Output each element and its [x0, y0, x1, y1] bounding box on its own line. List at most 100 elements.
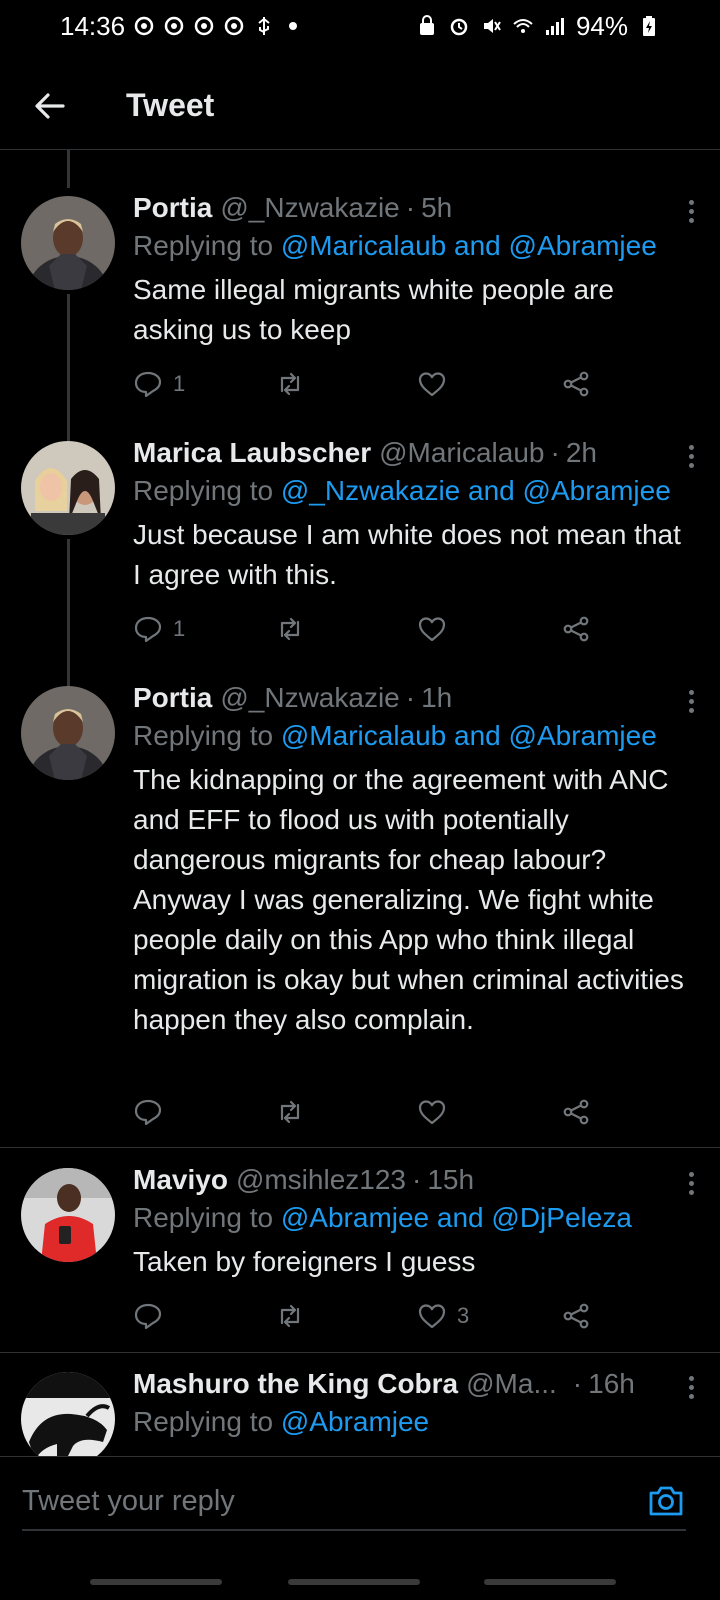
- username[interactable]: @_Nzwakazie: [220, 190, 399, 226]
- lock-icon: [419, 15, 434, 35]
- tweet-meta: Marica Laubscher @Maricalaub · 2h: [133, 435, 690, 471]
- timestamp[interactable]: 16h: [588, 1366, 635, 1402]
- separator-dot: ·: [405, 192, 416, 223]
- more-options-button[interactable]: [676, 441, 706, 471]
- share-button[interactable]: [561, 1301, 591, 1331]
- more-options-button[interactable]: [676, 196, 706, 226]
- username[interactable]: @_Nzwakazie: [220, 680, 399, 716]
- avatar[interactable]: [21, 196, 115, 290]
- status-time: 14:36: [60, 10, 126, 41]
- tweet[interactable]: Portia @_Nzwakazie · 5h Replying to @Mar…: [0, 190, 720, 435]
- display-name[interactable]: Maviyo: [133, 1162, 228, 1198]
- retweet-button[interactable]: [275, 614, 315, 644]
- like-button[interactable]: [417, 1097, 457, 1127]
- more-options-button[interactable]: [676, 1372, 706, 1402]
- share-button[interactable]: [561, 1097, 591, 1127]
- notification-icon: [224, 16, 244, 36]
- tweet-body: Maviyo @msihlez123 · 15h Replying to @Ab…: [133, 1162, 690, 1282]
- replying-to-mentions[interactable]: @Abramjee and @DjPeleza: [281, 1202, 632, 1233]
- avatar-mashuro-image: [21, 1372, 115, 1466]
- tweet-actions: [133, 1092, 603, 1132]
- retweet-button[interactable]: [275, 369, 315, 399]
- retweet-icon: [280, 617, 300, 641]
- tweet-meta: Mashuro the King Cobra @Ma... · 16h: [133, 1366, 690, 1402]
- reply-button[interactable]: 1: [133, 614, 185, 644]
- nav-button-back[interactable]: [484, 1579, 616, 1585]
- separator-dot: ·: [550, 437, 560, 468]
- separator-dot: ·: [412, 1164, 422, 1195]
- replying-to-mentions[interactable]: @Abramjee: [281, 1406, 429, 1437]
- divider: [0, 1352, 720, 1353]
- tweet[interactable]: Portia @_Nzwakazie · 1h Replying to @Mar…: [0, 680, 720, 1147]
- avatar[interactable]: [21, 1372, 115, 1466]
- replying-to: Replying to @Maricalaub and @Abramjee: [133, 226, 690, 266]
- timestamp[interactable]: 1h: [421, 680, 452, 716]
- share-icon: [563, 1303, 589, 1329]
- timestamp[interactable]: 15h: [427, 1162, 474, 1198]
- reply-button[interactable]: [133, 1097, 173, 1127]
- tweet-body: Marica Laubscher @Maricalaub · 2h Replyi…: [133, 435, 690, 595]
- replying-to-mentions[interactable]: @_Nzwakazie and @Abramjee: [281, 475, 671, 506]
- reply-button[interactable]: 1: [133, 369, 185, 399]
- reply-count: 1: [173, 616, 186, 641]
- tweet-actions: 1: [133, 364, 603, 404]
- avatar[interactable]: [21, 686, 115, 780]
- timestamp[interactable]: 5h: [421, 190, 452, 226]
- display-name[interactable]: Marica Laubscher: [133, 435, 371, 471]
- display-name[interactable]: Portia: [133, 680, 212, 716]
- tweet[interactable]: Marica Laubscher @Maricalaub · 2h Replyi…: [0, 435, 720, 680]
- retweet-button[interactable]: [275, 1097, 315, 1127]
- replying-to: Replying to @Maricalaub and @Abramjee: [133, 716, 690, 756]
- like-button[interactable]: 3: [417, 1301, 469, 1331]
- share-button[interactable]: [561, 614, 591, 644]
- battery-charging-icon: [643, 16, 655, 36]
- replying-to-mentions[interactable]: @Maricalaub and @Abramjee: [281, 720, 657, 751]
- like-heart-icon: [418, 372, 446, 397]
- tweet-meta: Portia @_Nzwakazie · 5h: [133, 190, 690, 226]
- notification-icon: [194, 16, 214, 36]
- reply-composer: Tweet your reply: [0, 1456, 720, 1600]
- username[interactable]: @Ma...: [466, 1366, 557, 1402]
- avatar-maviyo-image: [21, 1168, 115, 1262]
- more-options-button[interactable]: [676, 686, 706, 716]
- thread-line: [67, 150, 70, 188]
- nav-button-recent[interactable]: [90, 1579, 222, 1585]
- avatar[interactable]: [21, 441, 115, 535]
- tweet-body: Mashuro the King Cobra @Ma... · 16h Repl…: [133, 1366, 690, 1442]
- username[interactable]: @Maricalaub: [379, 435, 544, 471]
- more-options-button[interactable]: [676, 1168, 706, 1198]
- replying-to-mentions[interactable]: @Maricalaub and @Abramjee: [281, 230, 657, 261]
- reply-feed[interactable]: Portia @_Nzwakazie · 5h Replying to @Mar…: [0, 150, 720, 1485]
- tweet-text: Just because I am white does not mean th…: [133, 519, 681, 590]
- status-bar: 14:36 94%: [0, 0, 720, 52]
- tweet-text: Taken by foreigners I guess: [133, 1246, 476, 1277]
- display-name[interactable]: Portia: [133, 190, 212, 226]
- nav-button-home[interactable]: [288, 1579, 420, 1585]
- back-button[interactable]: [20, 76, 80, 136]
- reply-input[interactable]: Tweet your reply: [22, 1479, 622, 1523]
- tweet-body: Portia @_Nzwakazie · 1h Replying to @Mar…: [133, 680, 690, 1040]
- tweet-meta: Maviyo @msihlez123 · 15h: [133, 1162, 690, 1198]
- like-button[interactable]: [417, 369, 457, 399]
- share-button[interactable]: [561, 369, 591, 399]
- replying-to-label: Replying to: [133, 475, 281, 506]
- reply-icon: [134, 1099, 162, 1126]
- avatar-marica-image: [21, 441, 115, 535]
- replying-to-label: Replying to: [133, 720, 281, 751]
- username[interactable]: @msihlez123: [236, 1162, 406, 1198]
- reply-icon: [134, 371, 162, 398]
- camera-button[interactable]: [646, 1481, 686, 1521]
- reply-button[interactable]: [133, 1301, 173, 1331]
- avatar[interactable]: [21, 1168, 115, 1262]
- like-button[interactable]: [417, 614, 457, 644]
- tweet-meta: Portia @_Nzwakazie · 1h: [133, 680, 690, 716]
- retweet-icon: [280, 1304, 300, 1328]
- retweet-button[interactable]: [275, 1301, 315, 1331]
- tweet[interactable]: Maviyo @msihlez123 · 15h Replying to @Ab…: [0, 1164, 720, 1352]
- reply-icon: [134, 1303, 162, 1330]
- retweet-icon: [280, 372, 300, 396]
- replying-to: Replying to @Abramjee: [133, 1402, 690, 1442]
- timestamp[interactable]: 2h: [566, 435, 597, 471]
- status-left: 14:36: [60, 10, 298, 42]
- display-name[interactable]: Mashuro the King Cobra: [133, 1366, 458, 1402]
